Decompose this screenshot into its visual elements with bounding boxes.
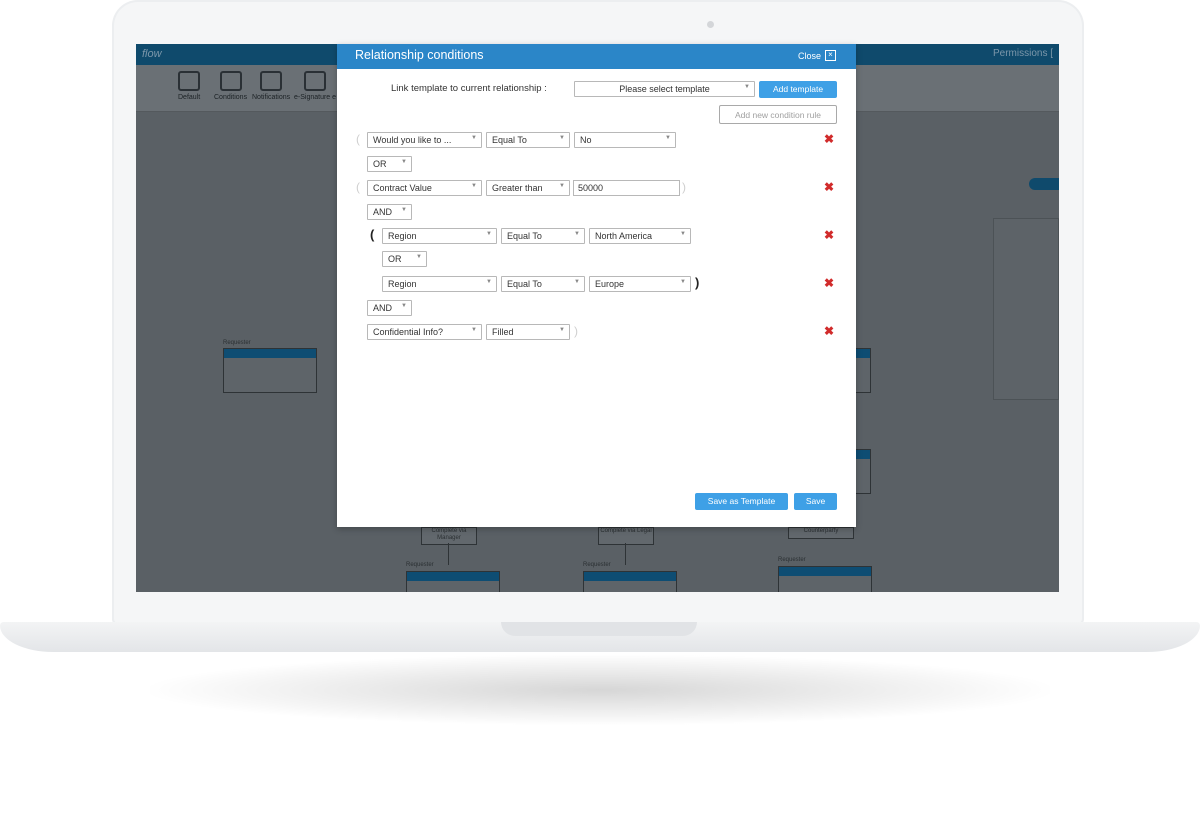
chevron-down-icon: ▼: [416, 254, 422, 260]
chevron-down-icon: ▼: [559, 183, 565, 189]
add-template-button[interactable]: Add template: [759, 81, 837, 98]
rule-2-value-input[interactable]: 50000: [573, 180, 680, 196]
relationship-conditions-modal: Relationship conditions Close × Link tem…: [337, 44, 856, 527]
modal-header: Relationship conditions Close ×: [337, 44, 856, 69]
rule-2-field-select[interactable]: Contract Value ▼: [367, 180, 482, 196]
save-button[interactable]: Save: [794, 493, 837, 510]
gear-icon: [304, 71, 327, 91]
rule-4-operator-select[interactable]: Equal To ▼: [501, 276, 585, 292]
chevron-down-icon: ▼: [680, 231, 686, 237]
rule-1-field-select[interactable]: Would you like to ... ▼: [367, 132, 482, 148]
flow-box-bottom-2[interactable]: [583, 571, 677, 592]
rule-3-remove-icon[interactable]: ✖: [824, 228, 834, 242]
toolbar-esignature[interactable]: e-Signature e: [294, 71, 336, 101]
chevron-down-icon: ▼: [471, 183, 477, 189]
close-icon: ×: [825, 50, 836, 61]
rule-1-value-select[interactable]: No ▼: [574, 132, 676, 148]
app-user-menu[interactable]: Permissions [: [993, 48, 1053, 59]
laptop-notch: [501, 622, 697, 636]
connector-3-select[interactable]: OR ▼: [382, 251, 427, 267]
chevron-down-icon: ▼: [574, 231, 580, 237]
flow-label-requester-4: Requester: [778, 557, 806, 563]
chevron-down-icon: ▼: [744, 84, 750, 90]
flow-box-bottom-1[interactable]: [406, 571, 500, 592]
rule-4-remove-icon[interactable]: ✖: [824, 276, 834, 290]
paren-open: (: [356, 180, 360, 194]
paren-open: (: [356, 132, 360, 146]
rule-2-remove-icon[interactable]: ✖: [824, 180, 834, 194]
add-condition-rule-button[interactable]: Add new condition rule: [719, 105, 837, 124]
rule-5-operator-select[interactable]: Filled ▼: [486, 324, 570, 340]
chevron-down-icon: ▼: [680, 279, 686, 285]
rule-1-remove-icon[interactable]: ✖: [824, 132, 834, 146]
default-icon: [178, 71, 201, 91]
connector-2-select[interactable]: AND ▼: [367, 204, 412, 220]
paren-close: ): [682, 180, 686, 194]
rule-2-operator-select[interactable]: Greater than ▼: [486, 180, 570, 196]
rule-3-operator-select[interactable]: Equal To ▼: [501, 228, 585, 244]
app-brand: flow: [142, 48, 162, 60]
conditions-icon: [219, 71, 242, 91]
toolbar-notifications[interactable]: Notifications: [252, 71, 290, 101]
chevron-down-icon: ▼: [401, 303, 407, 309]
chevron-down-icon: ▼: [559, 327, 565, 333]
save-as-template-button[interactable]: Save as Template: [695, 493, 788, 510]
template-label: Link template to current relationship :: [391, 83, 547, 94]
flow-label-requester-2: Requester: [406, 562, 434, 568]
flow-node-complete-manager[interactable]: Complete via Manager: [421, 527, 477, 545]
flow-label-requester: Requester: [223, 340, 251, 346]
chevron-down-icon: ▼: [486, 279, 492, 285]
chevron-down-icon: ▼: [471, 135, 477, 141]
toolbar-default[interactable]: Default: [178, 71, 200, 101]
flow-node-complete-legal[interactable]: Complete via Legal: [598, 527, 654, 545]
flow-box-left[interactable]: [223, 348, 317, 393]
flow-label-requester-3: Requester: [583, 562, 611, 568]
notifications-icon: [260, 71, 283, 91]
chevron-down-icon: ▼: [574, 279, 580, 285]
chevron-down-icon: ▼: [559, 135, 565, 141]
paren-close: ): [574, 324, 578, 338]
side-panel: [993, 218, 1059, 400]
toolbar-conditions[interactable]: Conditions: [214, 71, 247, 101]
flow-box-bottom-3[interactable]: [778, 566, 872, 592]
rule-5-field-select[interactable]: Confidential Info? ▼: [367, 324, 482, 340]
chevron-down-icon: ▼: [665, 135, 671, 141]
camera-dot: [707, 21, 714, 28]
connector-4-select[interactable]: AND ▼: [367, 300, 412, 316]
connector-1-select[interactable]: OR ▼: [367, 156, 412, 172]
chevron-down-icon: ▼: [401, 159, 407, 165]
template-select[interactable]: Please select template ▼: [574, 81, 755, 97]
rule-4-field-select[interactable]: Region ▼: [382, 276, 497, 292]
chevron-down-icon: ▼: [401, 207, 407, 213]
close-button[interactable]: Close ×: [798, 50, 836, 61]
rule-5-remove-icon[interactable]: ✖: [824, 324, 834, 338]
modal-title: Relationship conditions: [355, 48, 484, 62]
rule-4-value-select[interactable]: Europe ▼: [589, 276, 691, 292]
rule-3-field-select[interactable]: Region ▼: [382, 228, 497, 244]
laptop-shadow: [150, 655, 1050, 725]
chevron-down-icon: ▼: [486, 231, 492, 237]
rule-3-value-select[interactable]: North America ▼: [589, 228, 691, 244]
chevron-down-icon: ▼: [471, 327, 477, 333]
flow-node-counterparty[interactable]: Counterparty: [788, 527, 854, 539]
side-tab[interactable]: [1029, 178, 1059, 190]
group-paren-close: ): [695, 275, 700, 290]
rule-1-operator-select[interactable]: Equal To ▼: [486, 132, 570, 148]
group-paren-open: (: [370, 227, 375, 242]
